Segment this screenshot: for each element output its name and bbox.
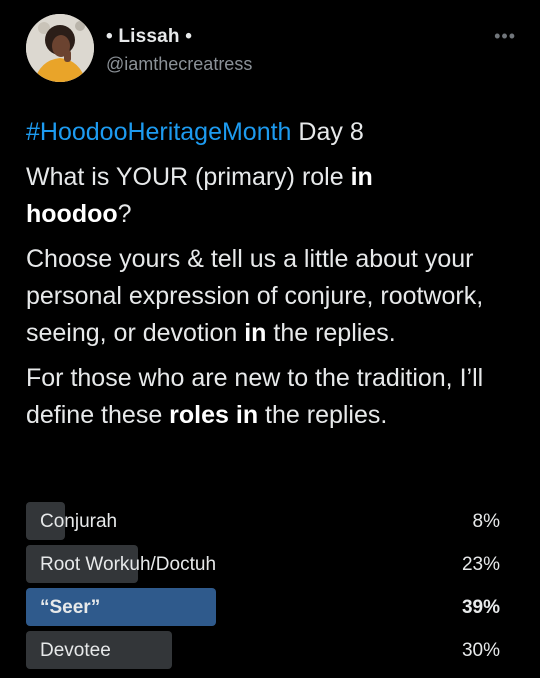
poll-option-label: Conjurah xyxy=(40,511,118,532)
poll-option[interactable]: Conjurah 8% xyxy=(26,502,500,540)
display-name[interactable]: • Lissah • xyxy=(106,26,252,48)
poll-option-percent: 30% xyxy=(461,640,500,661)
tweet-paragraph-3: For those who are new to the tradition, … xyxy=(26,360,516,434)
tweet-header: • Lissah • @iamthecreatress ••• xyxy=(26,14,516,90)
tweet-paragraph-2: Choose yours & tell us a little about yo… xyxy=(26,241,516,352)
tweet-paragraph-2-bold: in xyxy=(244,319,267,347)
more-dots-icon[interactable]: ••• xyxy=(494,26,516,47)
poll-option-winner[interactable]: “Seer” 39% xyxy=(26,588,500,626)
tweet-paragraph-2-end: the replies. xyxy=(266,319,396,347)
poll-option[interactable]: Devotee 30% xyxy=(26,631,500,669)
poll-option-percent: 8% xyxy=(472,511,500,532)
poll-option-label: “Seer” xyxy=(40,597,101,618)
author-names: • Lissah • @iamthecreatress xyxy=(106,26,252,75)
tweet-question-bold: in xyxy=(350,163,373,191)
tweet-line-1: #HoodooHeritageMonth Day 8 xyxy=(26,114,516,151)
tweet-question-bold-2: hoodoo xyxy=(26,200,118,228)
tweet-paragraph-3-end: the replies. xyxy=(258,401,388,429)
poll: Conjurah 8% Root Workuh/Doctuh 23% “Seer… xyxy=(26,502,500,674)
tweet-question-end: ? xyxy=(117,200,132,228)
poll-option[interactable]: Root Workuh/Doctuh 23% xyxy=(26,545,500,583)
avatar-image xyxy=(26,14,94,82)
avatar[interactable] xyxy=(26,14,94,82)
tweet-text: #HoodooHeritageMonth Day 8 What is YOUR … xyxy=(26,114,516,442)
hashtag-link[interactable]: #HoodooHeritageMonth xyxy=(26,118,291,146)
tweet-line-1-rest: Day 8 xyxy=(291,118,364,146)
poll-option-percent: 39% xyxy=(461,597,500,618)
poll-option-label: Devotee xyxy=(40,640,111,661)
poll-option-label: Root Workuh/Doctuh xyxy=(40,554,217,575)
handle[interactable]: @iamthecreatress xyxy=(106,54,252,75)
poll-option-percent: 23% xyxy=(461,554,500,575)
tweet-paragraph-3-bold: roles in xyxy=(169,401,259,429)
tweet-question: What is YOUR (primary) role in hoodoo? xyxy=(26,159,516,233)
tweet-question-text: What is YOUR (primary) role xyxy=(26,163,351,191)
